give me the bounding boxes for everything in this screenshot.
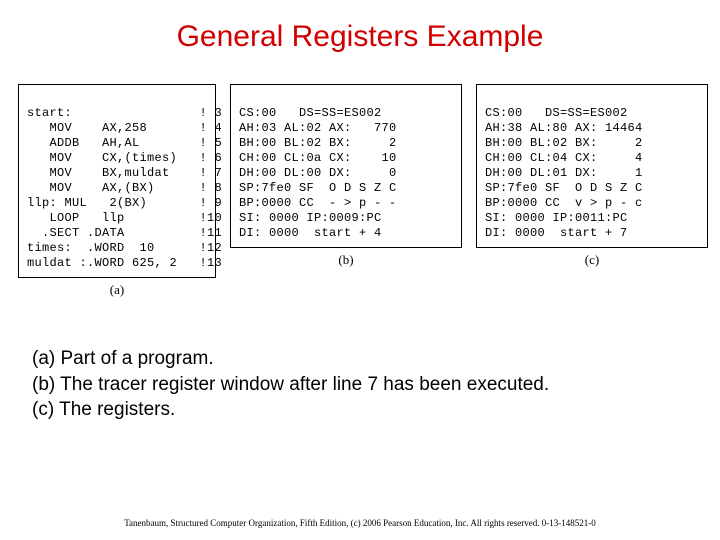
footer-citation: Tanenbaum, Structured Computer Organizat… xyxy=(0,518,720,528)
code-line: MOV AX,(BX) ! 8 xyxy=(27,181,222,195)
reg-line: AH:03 AL:02 AX: 770 xyxy=(239,121,397,135)
reg-line: AH:38 AL:80 AX: 14464 xyxy=(485,121,643,135)
reg-line: SI: 0000 IP:0009:PC xyxy=(239,211,382,225)
reg-line: DH:00 DL:01 DX: 1 xyxy=(485,166,643,180)
slide-title: General Registers Example xyxy=(0,0,720,54)
reg-line: BH:00 BL:02 BX: 2 xyxy=(485,136,643,150)
code-line: times: .WORD 10 !12 xyxy=(27,241,222,255)
reg-line: BP:0000 CC v > p - c xyxy=(485,196,643,210)
reg-line: BH:00 BL:02 BX: 2 xyxy=(239,136,397,150)
panel-a-caption: (a) xyxy=(110,282,124,298)
code-line: MOV BX,muldat ! 7 xyxy=(27,166,222,180)
code-line: ADDB AH,AL ! 5 xyxy=(27,136,222,150)
panel-a-wrap: start: ! 3 MOV AX,258 ! 4 ADDB AH,AL ! 5… xyxy=(18,84,216,298)
panels-row: start: ! 3 MOV AX,258 ! 4 ADDB AH,AL ! 5… xyxy=(0,54,720,306)
reg-line: SP:7fe0 SF O D S Z C xyxy=(485,181,643,195)
code-line: MOV AX,258 ! 4 xyxy=(27,121,222,135)
panel-c: CS:00 DS=SS=ES002 AH:38 AL:80 AX: 14464 … xyxy=(476,84,708,248)
panel-a: start: ! 3 MOV AX,258 ! 4 ADDB AH,AL ! 5… xyxy=(18,84,216,278)
reg-line: DI: 0000 start + 7 xyxy=(485,226,628,240)
code-line: start: ! 3 xyxy=(27,106,222,120)
reg-line: SI: 0000 IP:0011:PC xyxy=(485,211,628,225)
code-line: MOV CX,(times) ! 6 xyxy=(27,151,222,165)
reg-line: CS:00 DS=SS=ES002 xyxy=(485,106,628,120)
code-line: muldat :.WORD 625, 2 !13 xyxy=(27,256,222,270)
panel-c-caption: (c) xyxy=(585,252,599,268)
panel-b-caption: (b) xyxy=(338,252,353,268)
code-line: LOOP llp !10 xyxy=(27,211,222,225)
reg-line: CH:00 CL:04 CX: 4 xyxy=(485,151,643,165)
reg-line: BP:0000 CC - > p - - xyxy=(239,196,397,210)
reg-line: SP:7fe0 SF O D S Z C xyxy=(239,181,397,195)
reg-line: CH:00 CL:0a CX: 10 xyxy=(239,151,397,165)
reg-line: DH:00 DL:00 DX: 0 xyxy=(239,166,397,180)
reg-line: CS:00 DS=SS=ES002 xyxy=(239,106,382,120)
note-line-a: (a) Part of a program. xyxy=(32,346,688,372)
code-line: .SECT .DATA !11 xyxy=(27,226,222,240)
panel-b-wrap: CS:00 DS=SS=ES002 AH:03 AL:02 AX: 770 BH… xyxy=(230,84,462,298)
code-line: llp: MUL 2(BX) ! 9 xyxy=(27,196,222,210)
reg-line: DI: 0000 start + 4 xyxy=(239,226,382,240)
note-line-b: (b) The tracer register window after lin… xyxy=(32,372,688,398)
note-line-c: (c) The registers. xyxy=(32,397,688,423)
panel-b: CS:00 DS=SS=ES002 AH:03 AL:02 AX: 770 BH… xyxy=(230,84,462,248)
panel-c-wrap: CS:00 DS=SS=ES002 AH:38 AL:80 AX: 14464 … xyxy=(476,84,708,298)
notes-block: (a) Part of a program. (b) The tracer re… xyxy=(0,306,720,423)
